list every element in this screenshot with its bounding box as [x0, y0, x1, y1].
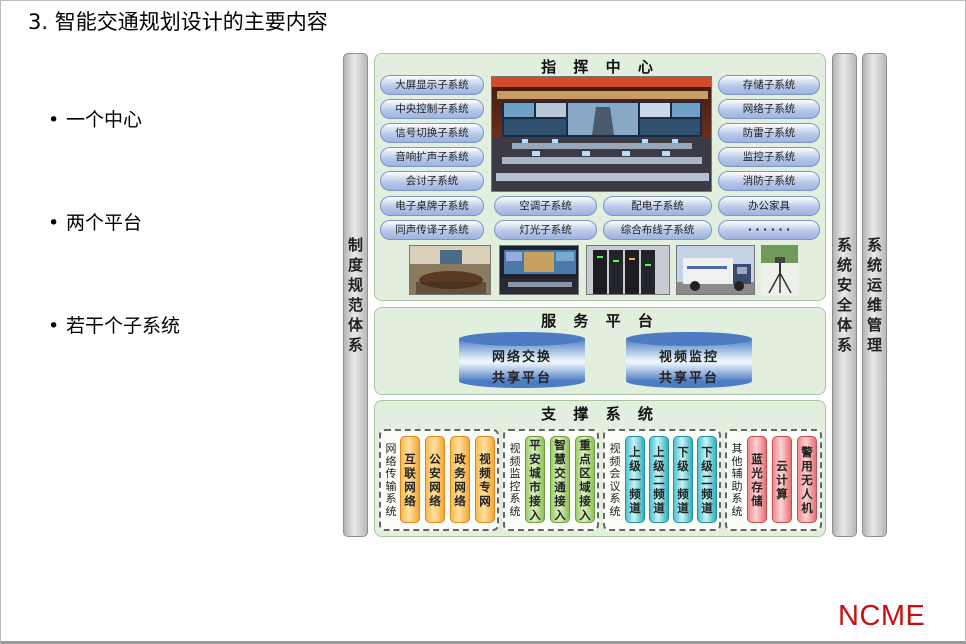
bullet-text: 一个中心: [66, 109, 143, 131]
group-label: 视频会议系统: [609, 442, 621, 518]
subsystem-pill: 监控子系统: [718, 147, 820, 167]
ncme-logo: NCME: [838, 600, 926, 632]
subsystem-pill: 防雷子系统: [718, 123, 820, 143]
command-hall-photo: [491, 76, 712, 192]
subsystem-pill: 信号切换子系统: [380, 123, 484, 143]
subsystem-pill: 音响扩声子系统: [380, 147, 484, 167]
platform-label: 共享平台: [658, 371, 719, 386]
system-tile: 上级二频道: [649, 436, 669, 523]
system-tile: 视频专网: [475, 436, 495, 523]
system-tile-label: 上级一频道: [629, 444, 641, 515]
subsystem-pill: 配电子系统: [603, 196, 712, 216]
system-tile-label: 蓝光存储: [751, 451, 763, 508]
subsystem-pill: 网络子系统: [718, 99, 820, 119]
bullet-item: • 若干个子系统: [48, 315, 181, 337]
system-tile-label: 重点区域接入: [579, 437, 591, 522]
system-tile-label: 互联网络: [404, 451, 416, 508]
system-tile: 下级二频道: [697, 436, 717, 523]
security-system-bar: 系统安全体系: [832, 53, 857, 537]
subsystem-pill: 中央控制子系统: [380, 99, 484, 119]
system-tile: 智慧交通接入: [550, 436, 570, 523]
video-surveillance-platform: 视频监控 共享平台: [626, 332, 752, 388]
platform-label: 网络交换: [491, 350, 552, 365]
network-transmission-group: 网络传输系统 互联网络 公安网络 政务网络 视频专网: [379, 429, 499, 531]
bullet-text: 两个平台: [66, 212, 143, 234]
bullet-item: • 两个平台: [48, 212, 143, 234]
video-surveillance-group: 视频监控系统 平安城市接入 智慧交通接入 重点区域接入: [503, 429, 599, 531]
video-conference-group: 视频会议系统 上级一频道 上级二频道 下级一频道 下级二频道: [603, 429, 721, 531]
slide-title: 3. 智能交通规划设计的主要内容: [28, 10, 328, 34]
regulation-system-label: 制度规范体系: [347, 236, 363, 354]
system-tile: 平安城市接入: [525, 436, 545, 523]
command-center-section: 指 挥 中 心 大屏显示子系统 中央控制子系统 信号切换子系统 音响扩声子系统 …: [374, 53, 826, 301]
system-tile-label: 智慧交通接入: [554, 437, 566, 522]
group-label: 网络传输系统: [385, 442, 397, 518]
subsystem-pill: 电子桌牌子系统: [380, 196, 484, 216]
group-label: 视频监控系统: [509, 442, 521, 518]
system-tile: 下级一频道: [673, 436, 693, 523]
subsystem-pill: 综合布线子系统: [603, 220, 712, 240]
subsystem-pill: 灯光子系统: [494, 220, 597, 240]
operations-management-label: 系统运维管理: [866, 236, 882, 354]
support-system-title: 支 撑 系 统: [541, 405, 659, 423]
more-pill: · · · · · ·: [718, 220, 820, 240]
system-tile: 重点区域接入: [575, 436, 595, 523]
subsystem-pill: 存储子系统: [718, 75, 820, 95]
system-tile: 蓝光存储: [747, 436, 767, 523]
system-tile: 云计算: [772, 436, 792, 523]
subsystem-pill: 消防子系统: [718, 171, 820, 191]
command-vehicle-photo: [676, 245, 755, 295]
system-tile-label: 云计算: [776, 458, 788, 501]
bullet-item: • 一个中心: [48, 109, 143, 131]
bullet-text: 若干个子系统: [66, 315, 181, 337]
system-tile: 公安网络: [425, 436, 445, 523]
security-system-label: 系统安全体系: [836, 236, 852, 354]
camera-tripod-photo: [761, 245, 798, 295]
system-tile-label: 公安网络: [429, 451, 441, 508]
command-center-title: 指 挥 中 心: [541, 58, 659, 76]
platform-label: 视频监控: [658, 350, 719, 365]
system-tile-label: 视频专网: [479, 451, 491, 508]
system-tile: 警用无人机: [797, 436, 817, 523]
platform-label: 共享平台: [491, 371, 552, 386]
subsystem-pill: 办公家具: [718, 196, 820, 216]
server-rack-photo: [586, 245, 670, 295]
system-tile-label: 平安城市接入: [529, 437, 541, 522]
subsystem-pill: 会讨子系统: [380, 171, 484, 191]
system-tile-label: 下级一频道: [677, 444, 689, 515]
regulation-system-bar: 制度规范体系: [343, 53, 368, 537]
subsystem-pill: 大屏显示子系统: [380, 75, 484, 95]
auxiliary-system-group: 其他辅助系统 蓝光存储 云计算 警用无人机: [725, 429, 822, 531]
system-tile: 政务网络: [450, 436, 470, 523]
system-tile-label: 下级二频道: [701, 444, 713, 515]
system-tile: 互联网络: [400, 436, 420, 523]
service-platform-title: 服 务 平 台: [541, 312, 659, 330]
system-tile-label: 上级二频道: [653, 444, 665, 515]
service-platform-section: 服 务 平 台 网络交换 共享平台 视频监控 共享平台: [374, 307, 826, 395]
system-tile: 上级一频道: [625, 436, 645, 523]
subsystem-pill: 空调子系统: [494, 196, 597, 216]
subsystem-pill: 同声传译子系统: [380, 220, 484, 240]
video-wall-photo: [499, 245, 579, 295]
system-tile-label: 政务网络: [454, 451, 466, 508]
support-system-section: 支 撑 系 统 网络传输系统 互联网络 公安网络 政务网络 视频专网 视频监控系…: [374, 400, 826, 537]
group-label: 其他辅助系统: [731, 442, 743, 518]
system-tile-label: 警用无人机: [801, 444, 813, 515]
operations-management-bar: 系统运维管理: [862, 53, 887, 537]
meeting-room-photo: [409, 245, 491, 295]
network-exchange-platform: 网络交换 共享平台: [459, 332, 585, 388]
